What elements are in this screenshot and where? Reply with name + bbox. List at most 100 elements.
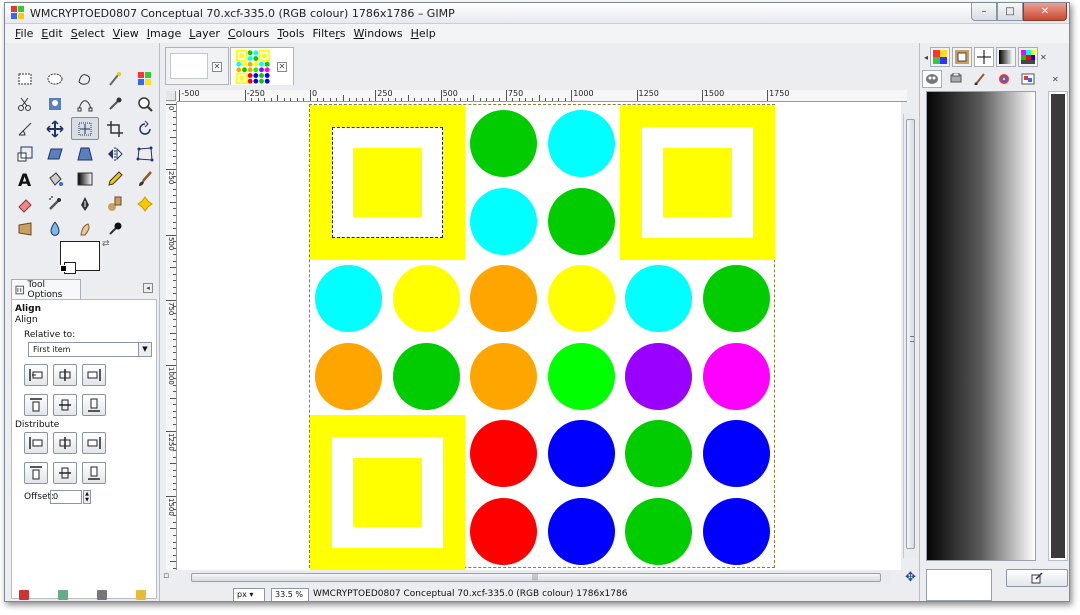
tool-heal[interactable] — [131, 192, 159, 215]
vertical-ruler[interactable]: 0 250 500 750 1000 1250 1500 — [166, 102, 177, 570]
tool-clone[interactable] — [101, 192, 129, 215]
tool-rect-select[interactable] — [11, 67, 39, 90]
align-bottom-button[interactable] — [82, 394, 106, 416]
horizontal-ruler[interactable]: -500 -250 0 250 500 750 1000 1250 1500 1750 — [177, 90, 907, 102]
tool-cage-transform[interactable] — [131, 142, 159, 165]
unit-select[interactable]: px ▾ — [233, 588, 265, 601]
quick-mask-icon[interactable]: ▫ — [163, 571, 175, 583]
tool-eraser[interactable] — [11, 192, 39, 215]
save-options-icon[interactable] — [19, 590, 30, 600]
tool-perspective[interactable] — [71, 142, 99, 165]
reset-options-icon[interactable] — [135, 590, 146, 600]
tool-measure[interactable] — [11, 117, 39, 140]
tool-crop[interactable] — [101, 117, 129, 140]
distribute-middle-button[interactable] — [53, 462, 77, 484]
menu-image[interactable]: Image — [143, 27, 185, 40]
align-center-button[interactable] — [53, 364, 77, 386]
tool-pencil[interactable] — [101, 167, 129, 190]
tool-airbrush[interactable] — [41, 192, 69, 215]
title-bar[interactable]: WMCRYPTOED0807 Conceptual 70.xcf-335.0 (… — [5, 3, 1069, 24]
tool-paintbrush[interactable] — [131, 167, 159, 190]
dock-close-icon[interactable]: ✕ — [1040, 53, 1047, 62]
delete-options-icon[interactable] — [96, 590, 107, 600]
tool-blend[interactable] — [71, 167, 99, 190]
menu-help[interactable]: Help — [407, 27, 440, 40]
maximize-button[interactable]: □ — [997, 3, 1023, 21]
menu-edit[interactable]: Edit — [37, 27, 66, 40]
tab-paint-dynamics[interactable] — [970, 70, 990, 88]
tab-colors[interactable] — [1018, 47, 1039, 67]
align-top-button[interactable] — [24, 394, 48, 416]
vertical-scrollbar-thumb[interactable] — [906, 119, 915, 549]
tab-tool-presets[interactable] — [922, 70, 942, 88]
menu-layer[interactable]: Layer — [185, 27, 224, 40]
tab-tool-options[interactable]: Tool Options — [11, 279, 81, 300]
zoom-select[interactable]: 33.5 % ▾ — [271, 588, 309, 601]
tool-move[interactable] — [41, 117, 69, 140]
ruler-corner[interactable] — [166, 91, 176, 101]
image-tab-blank[interactable]: ✕ — [165, 47, 229, 85]
tool-align[interactable] — [71, 117, 99, 140]
tab-device-status[interactable] — [946, 70, 966, 88]
offset-spinner[interactable]: ▲ ▼ — [83, 490, 91, 504]
tool-free-select[interactable] — [71, 67, 99, 90]
tab-patterns[interactable] — [952, 47, 973, 67]
image-canvas[interactable] — [309, 104, 775, 570]
tool-text[interactable]: A — [11, 167, 39, 190]
distribute-center-button[interactable] — [53, 432, 77, 454]
tool-foreground-select[interactable] — [41, 92, 69, 115]
relative-to-select[interactable]: First item ▼ — [28, 342, 152, 357]
tool-ellipse-select[interactable] — [41, 67, 69, 90]
tool-smudge[interactable] — [71, 217, 99, 240]
menu-colours[interactable]: Colours — [224, 27, 273, 40]
tool-select-by-color[interactable] — [131, 67, 159, 90]
color-selector[interactable]: ⇄ — [60, 239, 110, 281]
vertical-scrollbar[interactable] — [903, 114, 917, 558]
close-button[interactable]: ✕ — [1023, 3, 1067, 21]
menu-file[interactable]: File — [11, 27, 37, 40]
tool-paths[interactable] — [71, 92, 99, 115]
tool-dodge-burn[interactable] — [101, 217, 129, 240]
dock-menu-icon[interactable]: ◂ — [924, 53, 928, 62]
distribute-top-button[interactable] — [24, 462, 48, 484]
selection-marquee[interactable] — [331, 126, 444, 239]
tool-ink[interactable] — [71, 192, 99, 215]
close-icon[interactable]: ✕ — [212, 62, 222, 72]
tool-scale[interactable] — [11, 142, 39, 165]
tab-fonts[interactable] — [994, 70, 1014, 88]
align-left-button[interactable] — [24, 364, 48, 386]
horizontal-scrollbar[interactable]: ||| — [191, 571, 891, 584]
tool-color-picker[interactable] — [101, 92, 129, 115]
distribute-bottom-button[interactable] — [82, 462, 106, 484]
distribute-right-button[interactable] — [82, 432, 106, 454]
minimize-button[interactable]: – — [971, 3, 997, 21]
menu-select[interactable]: Select — [67, 27, 109, 40]
horizontal-scrollbar-thumb[interactable]: ||| — [191, 573, 881, 582]
dock-close-icon[interactable]: ✕ — [1052, 75, 1059, 84]
restore-options-icon[interactable] — [58, 590, 69, 600]
tool-rotate[interactable] — [131, 117, 159, 140]
tool-bucket-fill[interactable] — [41, 167, 69, 190]
tool-shear[interactable] — [41, 142, 69, 165]
menu-windows[interactable]: Windows — [350, 27, 407, 40]
gradient-preview[interactable] — [926, 91, 1036, 561]
align-middle-button[interactable] — [53, 394, 77, 416]
menu-filters[interactable]: Filters — [309, 27, 350, 40]
tool-perspective-clone[interactable] — [11, 217, 39, 240]
navigate-icon[interactable]: ✥ — [905, 571, 916, 584]
canvas-viewport[interactable] — [177, 102, 901, 570]
tool-blur[interactable] — [41, 217, 69, 240]
align-right-button[interactable] — [82, 364, 106, 386]
close-icon[interactable]: ✕ — [277, 62, 287, 72]
tab-menu-icon[interactable]: ◂ — [143, 283, 153, 293]
tab-palettes[interactable] — [930, 47, 951, 67]
tab-brushes[interactable] — [974, 47, 995, 67]
menu-view[interactable]: View — [109, 27, 143, 40]
offset-input[interactable]: 0 — [50, 490, 82, 504]
tool-scissors-select[interactable] — [11, 92, 39, 115]
tool-flip[interactable] — [101, 142, 129, 165]
image-tab-active[interactable]: ✕ — [230, 47, 294, 85]
dock-edit-button[interactable] — [1006, 569, 1068, 587]
tool-fuzzy-select[interactable] — [101, 67, 129, 90]
dock-list-panel[interactable] — [1048, 91, 1068, 561]
